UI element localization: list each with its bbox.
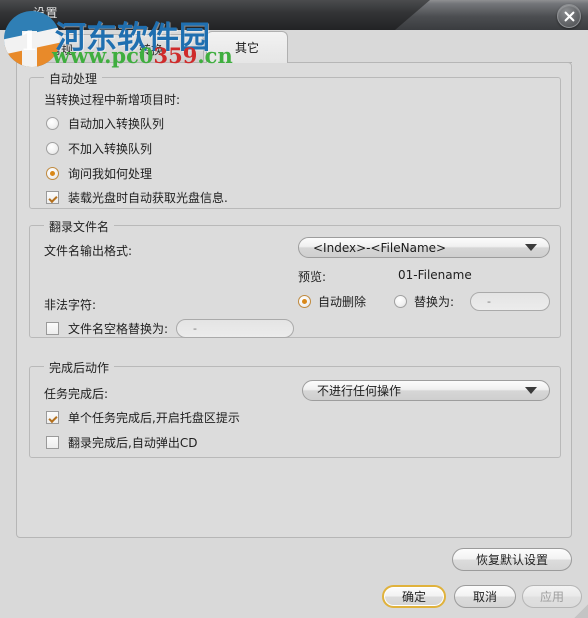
checkbox-auto-disc-info[interactable] bbox=[46, 191, 59, 204]
filename-format-value: <Index>-<FileName> bbox=[313, 240, 447, 255]
tab-convert[interactable]: 转换 bbox=[98, 34, 204, 63]
tab-other[interactable]: 其它 bbox=[206, 31, 288, 63]
group-rip-filename: 翻录文件名 文件名输出格式: <Index>-<FileName> 预览: 01… bbox=[29, 218, 561, 338]
radio-illegal-replace-label: 替换为: bbox=[414, 295, 455, 309]
checkbox-space-replace[interactable] bbox=[46, 322, 59, 335]
after-task-value: 不进行任何操作 bbox=[317, 384, 402, 398]
tab-convert-label: 转换 bbox=[138, 42, 163, 57]
radio-illegal-auto-delete-label: 自动删除 bbox=[318, 295, 367, 309]
tab-content-panel: 自动处理 当转换过程中新增项目时: 自动加入转换队列 不加入转换队列 询问我如何… bbox=[16, 62, 572, 538]
resize-grip[interactable] bbox=[574, 604, 588, 618]
illegal-replace-input[interactable]: - bbox=[470, 292, 550, 311]
space-replace-input-value: - bbox=[193, 322, 197, 335]
tab-strip: 常规 转换 其它 bbox=[0, 30, 588, 63]
checkbox-auto-disc-info-label: 装载光盘时自动获取光盘信息. bbox=[68, 191, 228, 205]
radio-no-queue-label: 不加入转换队列 bbox=[68, 142, 153, 156]
radio-illegal-replace[interactable] bbox=[394, 295, 407, 308]
radio-auto-queue-label: 自动加入转换队列 bbox=[68, 117, 165, 131]
preview-value: 01-Filename bbox=[398, 268, 472, 282]
radio-auto-queue[interactable] bbox=[46, 117, 59, 130]
apply-label: 应用 bbox=[539, 590, 564, 604]
restore-defaults-label: 恢复默认设置 bbox=[475, 553, 548, 567]
radio-no-queue[interactable] bbox=[46, 142, 59, 155]
checkbox-eject-cd[interactable] bbox=[46, 436, 59, 449]
radio-illegal-auto-delete[interactable] bbox=[298, 295, 311, 308]
group-after-finish: 完成后动作 任务完成后: 不进行任何操作 单个任务完成后,开启托盘区提示 翻录完… bbox=[29, 359, 561, 458]
radio-ask-me-label: 询问我如何处理 bbox=[68, 167, 153, 181]
group-rip-filename-title: 翻录文件名 bbox=[44, 218, 115, 235]
cancel-button[interactable]: 取消 bbox=[454, 585, 516, 608]
chevron-down-icon bbox=[525, 244, 537, 251]
group-after-finish-title: 完成后动作 bbox=[44, 359, 115, 376]
apply-button: 应用 bbox=[522, 585, 582, 608]
tab-general-label: 常规 bbox=[48, 42, 73, 57]
tab-other-label: 其它 bbox=[234, 41, 259, 55]
chevron-down-icon bbox=[525, 387, 537, 394]
settings-dialog: 设置 常规 转换 其它 1 河东软件园 www.pc0359.cn 自动处理 当… bbox=[0, 0, 588, 618]
illegal-chars-label: 非法字符: bbox=[44, 298, 97, 312]
radio-ask-me[interactable] bbox=[46, 167, 59, 180]
ok-label: 确定 bbox=[401, 590, 426, 604]
tab-general[interactable]: 常规 bbox=[22, 34, 100, 63]
title-bar-wedge bbox=[0, 0, 430, 30]
after-task-label: 任务完成后: bbox=[44, 387, 109, 401]
preview-label: 预览: bbox=[298, 270, 327, 284]
window-title: 设置 bbox=[33, 6, 59, 20]
group-auto-processing-title: 自动处理 bbox=[44, 70, 103, 87]
restore-defaults-button[interactable]: 恢复默认设置 bbox=[452, 548, 572, 571]
checkbox-space-replace-label: 文件名空格替换为: bbox=[68, 322, 169, 336]
ok-button[interactable]: 确定 bbox=[382, 585, 446, 608]
after-task-combo[interactable]: 不进行任何操作 bbox=[302, 380, 550, 401]
illegal-replace-input-value: - bbox=[487, 295, 491, 308]
filename-format-combo[interactable]: <Index>-<FileName> bbox=[298, 237, 550, 258]
title-bar: 设置 bbox=[0, 0, 588, 30]
auto-prompt-label: 当转换过程中新增项目时: bbox=[44, 93, 181, 107]
group-auto-processing: 自动处理 当转换过程中新增项目时: 自动加入转换队列 不加入转换队列 询问我如何… bbox=[29, 70, 561, 209]
checkbox-tray-notify[interactable] bbox=[46, 411, 59, 424]
close-icon[interactable] bbox=[557, 4, 581, 28]
checkbox-tray-notify-label: 单个任务完成后,开启托盘区提示 bbox=[68, 411, 240, 425]
checkbox-eject-cd-label: 翻录完成后,自动弹出CD bbox=[68, 436, 198, 450]
space-replace-input[interactable]: - bbox=[176, 319, 294, 338]
filename-format-label: 文件名输出格式: bbox=[44, 244, 133, 258]
cancel-label: 取消 bbox=[472, 590, 497, 604]
